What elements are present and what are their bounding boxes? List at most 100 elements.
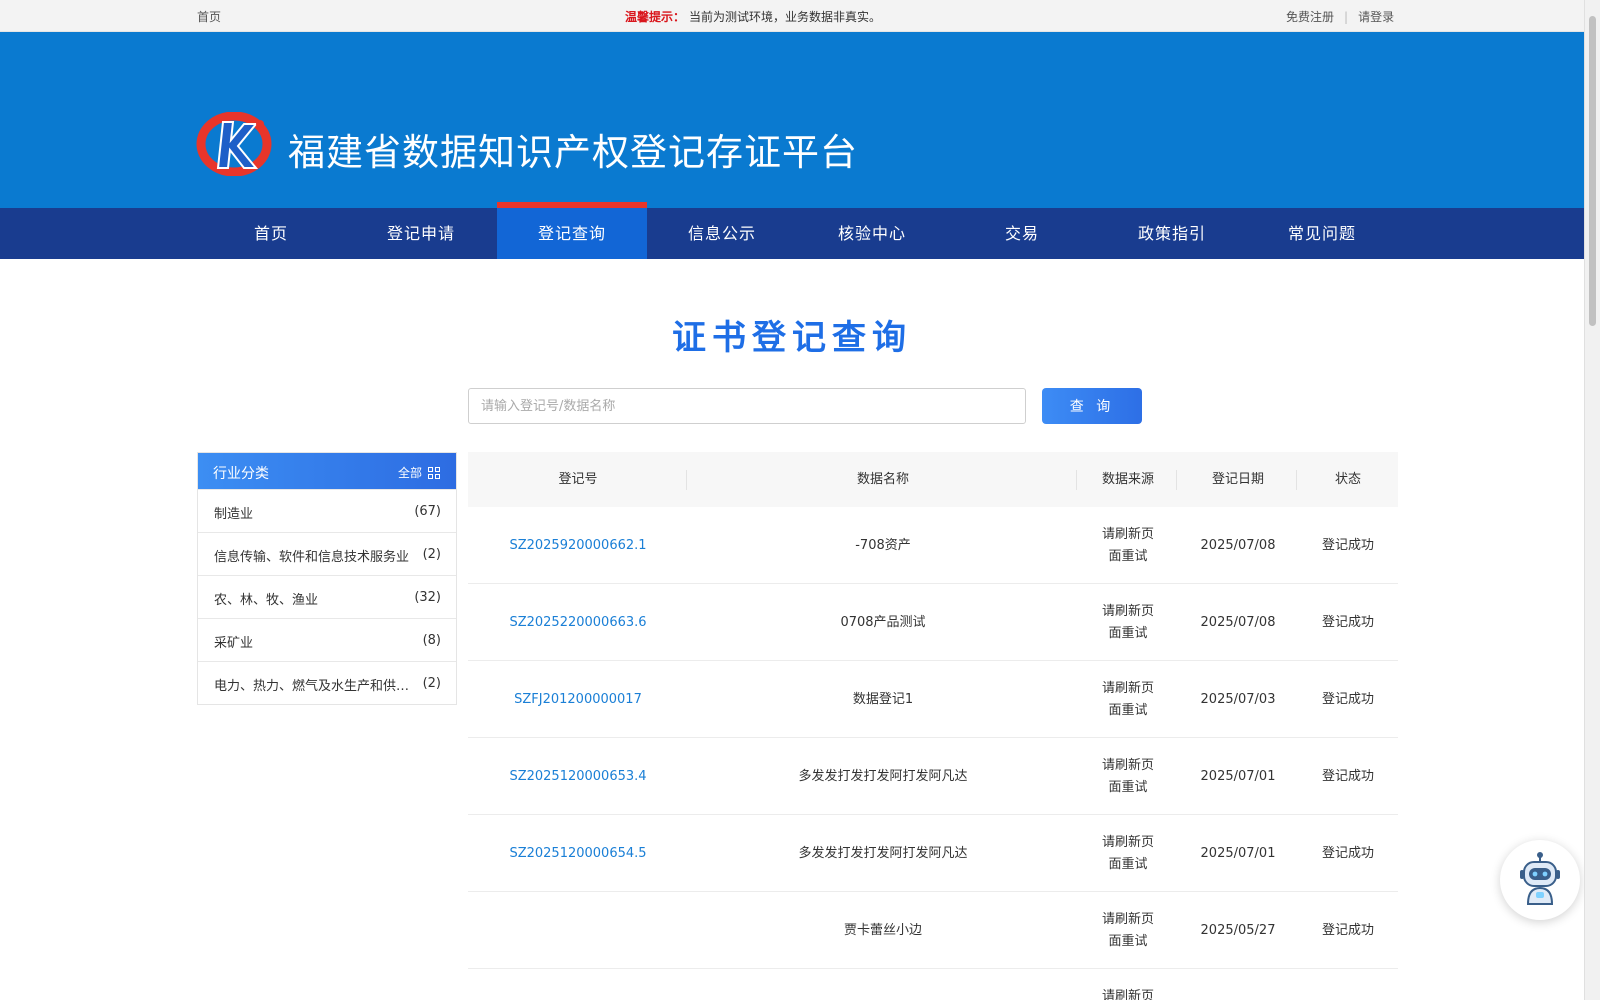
sidebar-item-label: 电力、热力、燃气及水生产和供应业 bbox=[214, 679, 414, 694]
data-source-cell: 请刷新页面重试 bbox=[1101, 603, 1154, 641]
data-source-cell: 请刷新页面重试 bbox=[1101, 988, 1154, 1000]
sidebar-item-manufacturing[interactable]: 制造业 (67) bbox=[198, 489, 456, 532]
reg-date-cell: 2025/05/27 bbox=[1200, 922, 1276, 938]
top-home-link[interactable]: 首页 bbox=[197, 8, 221, 25]
scrollbar-thumb[interactable] bbox=[1589, 16, 1596, 326]
sidebar-item-count: (2) bbox=[422, 547, 441, 562]
data-source-cell: 请刷新页面重试 bbox=[1101, 911, 1154, 949]
data-source-cell: 请刷新页面重试 bbox=[1101, 526, 1154, 564]
header-divider bbox=[1176, 470, 1177, 490]
link-divider: | bbox=[1344, 10, 1349, 24]
table-row: SZ2025920000662.1 -708资产 请刷新页面重试 2025/07… bbox=[468, 507, 1398, 584]
reg-no-link[interactable]: SZ2025220000663.6 bbox=[468, 584, 688, 661]
table-row: SZFJ201200000017 数据登记1 请刷新页面重试 2025/07/0… bbox=[468, 661, 1398, 738]
header-divider bbox=[1296, 470, 1297, 490]
sidebar-item-count: (8) bbox=[422, 633, 441, 648]
register-link[interactable]: 免费注册 bbox=[1286, 10, 1334, 24]
page-scrollbar[interactable] bbox=[1584, 0, 1600, 1000]
results-table: 登记号 数据名称 数据来源 登记日期 状态 SZ2025920000662.1 … bbox=[468, 452, 1398, 1000]
sidebar-item-count: (2) bbox=[422, 676, 441, 691]
login-link[interactable]: 请登录 bbox=[1358, 10, 1394, 24]
status-cell: 登记成功 bbox=[1321, 922, 1374, 938]
reg-no-link[interactable] bbox=[468, 892, 688, 969]
reg-no-link[interactable]: SZ2025920000662.1 bbox=[468, 507, 688, 584]
header-reg-no: 登记号 bbox=[558, 472, 598, 487]
site-title: 福建省数据知识产权登记存证平台 bbox=[288, 131, 858, 174]
nav-home[interactable]: 首页 bbox=[196, 208, 346, 259]
sidebar-title: 行业分类 bbox=[213, 466, 269, 482]
top-bar: 首页 温馨提示： 当前为测试环境，业务数据非真实。 免费注册 | 请登录 bbox=[0, 0, 1584, 32]
data-source-cell: 请刷新页面重试 bbox=[1101, 834, 1154, 872]
sidebar-item-mining[interactable]: 采矿业 (8) bbox=[198, 618, 456, 661]
data-source-cell: 请刷新页面重试 bbox=[1101, 680, 1154, 718]
nav-verify-center[interactable]: 核验中心 bbox=[797, 208, 947, 259]
sidebar-item-count: (67) bbox=[414, 504, 441, 519]
show-all-label: 全部 bbox=[397, 466, 422, 480]
header-divider bbox=[1076, 470, 1077, 490]
sidebar-item-agriculture[interactable]: 农、林、牧、渔业 (32) bbox=[198, 575, 456, 618]
table-row: SZ2025120000654.5 多发发打发打发阿打发阿凡达 请刷新页面重试 … bbox=[468, 815, 1398, 892]
header-banner: 福建省数据知识产权登记存证平台 bbox=[0, 32, 1584, 208]
reg-date-cell: 2025/07/08 bbox=[1200, 614, 1276, 630]
status-cell: 登记成功 bbox=[1321, 691, 1374, 707]
table-row: 请刷新页面重试 bbox=[468, 969, 1398, 1000]
data-name-cell: -708资产 bbox=[855, 537, 911, 553]
main-nav: 首页 登记申请 登记查询 信息公示 核验中心 交易 政策指引 常见问题 bbox=[0, 202, 1584, 259]
reg-no-link[interactable]: SZ2025120000654.5 bbox=[468, 815, 688, 892]
nav-faq[interactable]: 常见问题 bbox=[1247, 208, 1397, 259]
reg-date-cell: 2025/07/01 bbox=[1200, 768, 1276, 784]
reg-no-link[interactable] bbox=[468, 969, 688, 1000]
status-cell bbox=[1298, 969, 1398, 1000]
sidebar-item-label: 制造业 bbox=[214, 507, 254, 522]
header-status: 状态 bbox=[1334, 472, 1361, 487]
table-header: 登记号 数据名称 数据来源 登记日期 状态 bbox=[468, 452, 1398, 507]
sidebar-item-label: 农、林、牧、渔业 bbox=[214, 593, 319, 608]
status-cell: 登记成功 bbox=[1321, 614, 1374, 630]
sidebar-item-count: (32) bbox=[414, 590, 441, 605]
show-all-button[interactable]: 全部 bbox=[398, 464, 440, 481]
sidebar-item-label: 信息传输、软件和信息技术服务业 bbox=[214, 550, 410, 565]
header-data-name: 数据名称 bbox=[856, 472, 909, 487]
header-reg-date: 登记日期 bbox=[1211, 472, 1264, 487]
sidebar-item-label: 采矿业 bbox=[214, 636, 254, 651]
notice-text: 当前为测试环境，业务数据非真实。 bbox=[689, 10, 882, 24]
sidebar-item-utilities[interactable]: 电力、热力、燃气及水生产和供应业 (2) bbox=[198, 661, 456, 704]
table-row: SZ2025220000663.6 0708产品测试 请刷新页面重试 2025/… bbox=[468, 584, 1398, 661]
robot-assistant-icon bbox=[1520, 852, 1560, 905]
assistant-button[interactable] bbox=[1500, 840, 1580, 920]
header-data-source: 数据来源 bbox=[1101, 472, 1154, 487]
data-name-cell: 数据登记1 bbox=[852, 691, 914, 707]
data-name-cell: 0708产品测试 bbox=[840, 614, 926, 630]
status-cell: 登记成功 bbox=[1321, 768, 1374, 784]
nav-public-info[interactable]: 信息公示 bbox=[647, 208, 797, 259]
table-row: 贾卡蕾丝小边 请刷新页面重试 2025/05/27 登记成功 bbox=[468, 892, 1398, 969]
test-env-notice: 温馨提示： 当前为测试环境，业务数据非真实。 bbox=[625, 8, 881, 25]
data-name-cell: 贾卡蕾丝小边 bbox=[843, 922, 922, 938]
data-name-cell: 多发发打发打发阿打发阿凡达 bbox=[798, 845, 968, 861]
status-cell: 登记成功 bbox=[1321, 537, 1374, 553]
nav-trade[interactable]: 交易 bbox=[947, 208, 1097, 259]
search-input[interactable] bbox=[468, 388, 1026, 424]
industry-sidebar: 行业分类 全部 制造业 (67) 信息传输、软件和信息技术服务业 (2) 农、林… bbox=[197, 452, 457, 705]
notice-label: 温馨提示： bbox=[625, 10, 686, 24]
sidebar-item-it-services[interactable]: 信息传输、软件和信息技术服务业 (2) bbox=[198, 532, 456, 575]
sidebar-header: 行业分类 全部 bbox=[198, 453, 456, 489]
table-row: SZ2025120000653.4 多发发打发打发阿打发阿凡达 请刷新页面重试 … bbox=[468, 738, 1398, 815]
nav-register-apply[interactable]: 登记申请 bbox=[346, 208, 496, 259]
reg-date-cell: 2025/07/03 bbox=[1200, 691, 1276, 707]
data-name-cell bbox=[688, 969, 1078, 1000]
reg-date-cell bbox=[1178, 969, 1298, 1000]
page-title: 证书登记查询 bbox=[672, 318, 912, 358]
status-cell: 登记成功 bbox=[1321, 845, 1374, 861]
nav-register-query[interactable]: 登记查询 bbox=[497, 202, 647, 259]
grid-icon bbox=[428, 466, 440, 479]
nav-policy-guide[interactable]: 政策指引 bbox=[1097, 208, 1247, 259]
data-name-cell: 多发发打发打发阿打发阿凡达 bbox=[798, 768, 968, 784]
account-links: 免费注册 | 请登录 bbox=[1286, 8, 1394, 25]
reg-date-cell: 2025/07/08 bbox=[1200, 537, 1276, 553]
reg-date-cell: 2025/07/01 bbox=[1200, 845, 1276, 861]
search-button[interactable]: 查 询 bbox=[1042, 388, 1142, 424]
reg-no-link[interactable]: SZFJ201200000017 bbox=[468, 661, 688, 738]
reg-no-link[interactable]: SZ2025120000653.4 bbox=[468, 738, 688, 815]
header-divider bbox=[686, 470, 687, 490]
